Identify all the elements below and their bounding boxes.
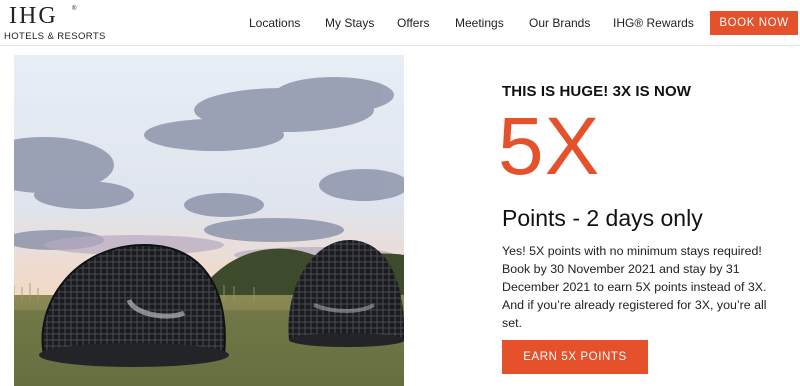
site-header: IHG ® HOTELS & RESORTS Locations My Stay…: [0, 0, 800, 46]
nav-meetings[interactable]: Meetings: [455, 16, 504, 30]
promo-kicker: THIS IS HUGE! 3X IS NOW: [502, 83, 691, 100]
promo-description: Yes! 5X points with no minimum stays req…: [502, 244, 767, 330]
nav-offers[interactable]: Offers: [397, 16, 429, 30]
main-nav: Locations My Stays Offers Meetings Our B…: [0, 0, 800, 46]
hero-image: [14, 55, 404, 386]
nav-locations[interactable]: Locations: [249, 16, 300, 30]
promo-subtitle: Points - 2 days only: [502, 205, 703, 231]
promo-multiplier: 5X: [498, 101, 601, 192]
book-now-button[interactable]: BOOK NOW: [710, 11, 798, 35]
nav-ihg-rewards[interactable]: IHG® Rewards: [613, 16, 694, 30]
nav-our-brands[interactable]: Our Brands: [529, 16, 590, 30]
nav-my-stays[interactable]: My Stays: [325, 16, 374, 30]
woven-pod-cabanas-photo: [14, 55, 404, 386]
earn-points-button[interactable]: EARN 5X POINTS: [502, 340, 648, 374]
